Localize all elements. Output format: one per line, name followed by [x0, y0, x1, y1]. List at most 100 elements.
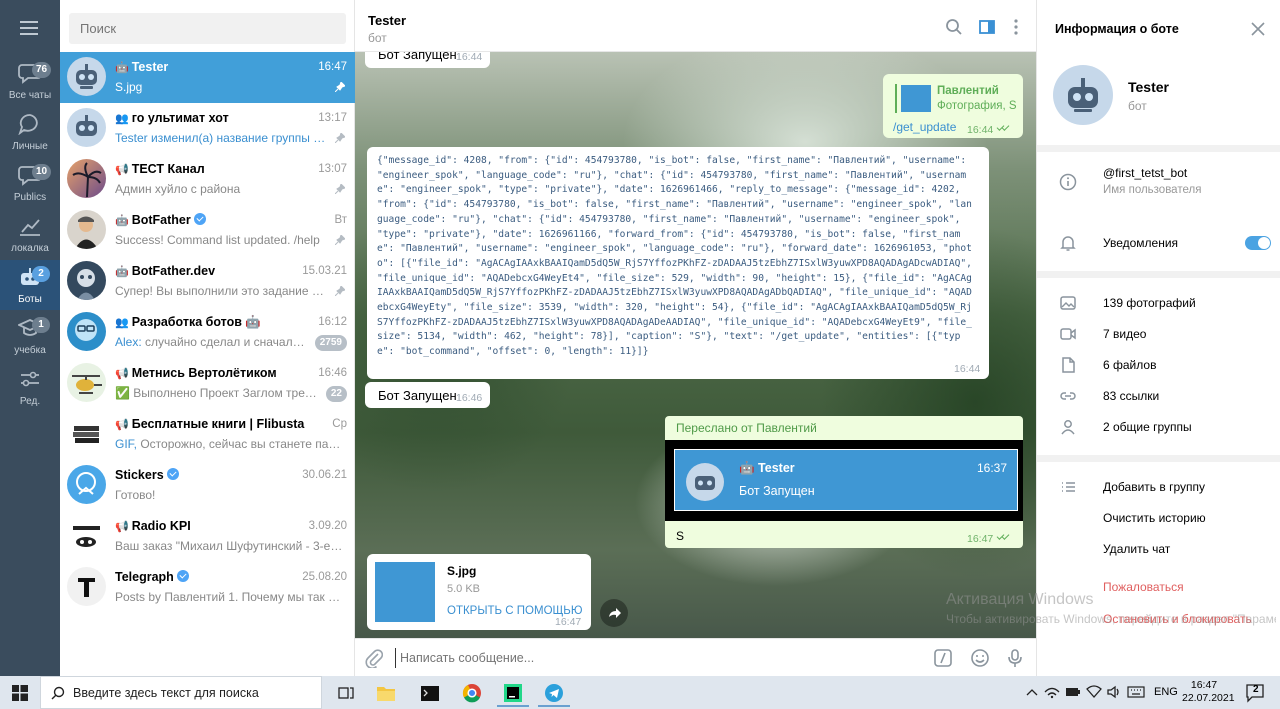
search-input[interactable] — [69, 13, 346, 44]
chat-item-channel[interactable]: 📢 ТЕСТ Канал 13:07 Админ хуйло с района — [60, 154, 355, 205]
chat-item-botfather-dev[interactable]: 🤖 BotFather.dev 15.03.21 Супер! Вы выполн… — [60, 256, 355, 307]
link-icon — [1060, 392, 1076, 400]
chat-item-helicopter[interactable]: 📢 Метнись Вертолётиком 16:46 ✅ Выполнено … — [60, 358, 355, 409]
paperclip-icon[interactable] — [365, 648, 383, 668]
search-icon[interactable] — [945, 18, 963, 36]
avatar — [67, 108, 106, 147]
volume-icon[interactable] — [1106, 685, 1122, 699]
chat-item-telegraph[interactable]: Telegraph 25.08.20 Posts by Павлентий 1.… — [60, 562, 355, 613]
bot-name: Tester — [1128, 79, 1169, 95]
bot-command-link[interactable]: /get_update — [893, 120, 956, 134]
pycharm-app[interactable] — [497, 680, 529, 707]
info-icon — [1059, 173, 1077, 191]
folder-bots[interactable]: 2 Боты — [0, 260, 60, 310]
chat-item-radio-kpi[interactable]: 📢 Radio KPI 3.09.20 Ваш заказ "Михаил Шуф… — [60, 511, 355, 562]
command-slash-icon[interactable] — [933, 648, 953, 668]
menu-icon[interactable] — [20, 21, 38, 35]
chat-name: 🤖 BotFather — [115, 213, 206, 227]
more-vert-icon[interactable] — [1007, 18, 1025, 36]
folder-study[interactable]: 1 учебка — [0, 311, 60, 361]
chat-preview: Success! Command list updated. /help — [115, 233, 320, 247]
add-to-group-button[interactable]: Добавить в группу — [1037, 472, 1280, 502]
group-icon — [1061, 420, 1075, 435]
chat-time: 30.06.21 — [302, 469, 347, 481]
chat-header: Tester бот — [355, 0, 1036, 52]
notifications-row[interactable]: Уведомления — [1037, 228, 1280, 258]
message-incoming-json[interactable]: {"message_id": 4208, "from": {"id": 4547… — [367, 147, 989, 379]
battery-icon[interactable] — [1065, 686, 1081, 698]
media-groups-row[interactable]: 2 общие группы — [1037, 412, 1280, 442]
bot-subtitle: бот — [1128, 99, 1147, 113]
message-incoming[interactable]: Бот Запущен 16:44 — [365, 52, 490, 68]
chrome-app[interactable] — [456, 680, 488, 707]
chat-item-bot-dev[interactable]: 👥 Разработка ботов 🤖 16:12 Alex: случайно… — [60, 307, 355, 358]
windows-start-icon[interactable] — [12, 685, 28, 701]
chat-preview: Готово! — [115, 488, 156, 502]
action-label: Пожаловаться — [1103, 580, 1184, 594]
language-indicator[interactable]: ENG — [1154, 686, 1178, 698]
close-icon[interactable] — [1251, 22, 1265, 36]
chat-preview: Posts by Павлентий 1. Почему мы так оди.… — [115, 590, 345, 604]
folder-personal[interactable]: Личные — [0, 107, 60, 157]
file-explorer-app[interactable] — [370, 680, 402, 707]
keyboard-icon[interactable] — [1127, 686, 1145, 698]
media-links-row[interactable]: 83 ссылки — [1037, 381, 1280, 411]
avatar — [67, 414, 106, 453]
chat-item-botfather[interactable]: 🤖 BotFather Вт Success! Command list upda… — [60, 205, 355, 256]
folder-edit[interactable]: Ред. — [0, 362, 60, 412]
microphone-icon[interactable] — [1006, 648, 1024, 668]
message-incoming-file[interactable]: S.jpg 5.0 KB ОТКРЫТЬ С ПОМОЩЬЮ 16:47 — [367, 554, 591, 630]
chat-preview: Админ хуйло с района — [115, 182, 241, 196]
reply-name: Павлентий — [937, 85, 999, 97]
folder-publics[interactable]: 10 Publics — [0, 158, 60, 208]
chat-item-tester[interactable]: 🤖 Tester 16:47 S.jpg — [60, 52, 355, 103]
search-icon — [51, 686, 65, 700]
network-status-icon[interactable] — [1044, 685, 1060, 699]
clock[interactable]: 16:47 22.07.2021 — [1182, 679, 1235, 705]
message-outgoing-forward[interactable]: Переслано от Павлентий 🤖 Tester 16:37 Бо… — [665, 416, 1023, 548]
video-icon — [1060, 328, 1076, 340]
username-value: @first_tetst_bot — [1103, 166, 1188, 180]
chevron-up-icon[interactable] — [1026, 687, 1038, 697]
file-thumbnail[interactable] — [375, 562, 435, 622]
message-outgoing-reply[interactable]: Павлентий Фотография, S /get_update 16:4… — [883, 74, 1023, 138]
taskbar-search[interactable]: Введите здесь текст для поиска — [40, 676, 322, 709]
chat-preview: GIF, Осторожно, сейчас вы станете парано… — [115, 437, 345, 451]
chat-item-stickers[interactable]: Stickers 30.06.21 Готово! — [60, 460, 355, 511]
terminal-app[interactable] — [414, 680, 446, 707]
avatar — [67, 57, 106, 96]
megaphone-icon: 📢 — [115, 521, 129, 533]
verified-icon — [176, 570, 189, 582]
message-incoming[interactable]: Бот Запущен 16:46 — [365, 382, 490, 408]
folder-badge: 2 — [32, 266, 50, 282]
chat-messages[interactable]: Бот Запущен 16:44 Павлентий Фотография, … — [355, 52, 1036, 638]
forwarded-image[interactable]: 🤖 Tester 16:37 Бот Запущен — [665, 440, 1023, 521]
chat-item-group[interactable]: 👥 го ультимат хот 13:17 Tester изменил(а)… — [60, 103, 355, 154]
wifi-icon[interactable] — [1086, 685, 1102, 699]
sidebar-toggle-icon[interactable] — [978, 18, 996, 36]
emoji-icon[interactable] — [970, 648, 990, 668]
notification-center[interactable]: 2 — [1244, 682, 1266, 704]
media-photos-row[interactable]: 139 фотографий — [1037, 288, 1280, 318]
media-files-row[interactable]: 6 файлов — [1037, 350, 1280, 380]
bot-icon — [1068, 78, 1098, 112]
message-input[interactable] — [395, 648, 915, 668]
chat-time: Ср — [332, 418, 347, 430]
telegram-app[interactable] — [538, 680, 570, 707]
folder-all-chats[interactable]: 76 Все чаты — [0, 56, 60, 106]
username-row[interactable]: @first_tetst_bot Имя пользователя — [1037, 162, 1280, 202]
clear-history-button[interactable]: Очистить историю — [1037, 503, 1280, 533]
folder-label: Боты — [18, 294, 42, 305]
media-label: 7 видео — [1103, 327, 1147, 341]
media-videos-row[interactable]: 7 видео — [1037, 319, 1280, 349]
chat-item-flibusta[interactable]: 📢 Бесплатные книги | Flibusta Ср GIF, Ост… — [60, 409, 355, 460]
bot-avatar[interactable] — [1053, 65, 1113, 125]
chat-title[interactable]: Tester — [368, 13, 406, 28]
task-view-icon[interactable] — [338, 685, 354, 701]
folder-local[interactable]: локалка — [0, 209, 60, 259]
forwarded-time: 16:37 — [976, 461, 1007, 475]
read-ticks-icon — [996, 534, 1010, 542]
notifications-toggle[interactable] — [1245, 236, 1271, 250]
forward-button[interactable] — [600, 599, 628, 627]
delete-chat-button[interactable]: Удалить чат — [1037, 534, 1280, 564]
